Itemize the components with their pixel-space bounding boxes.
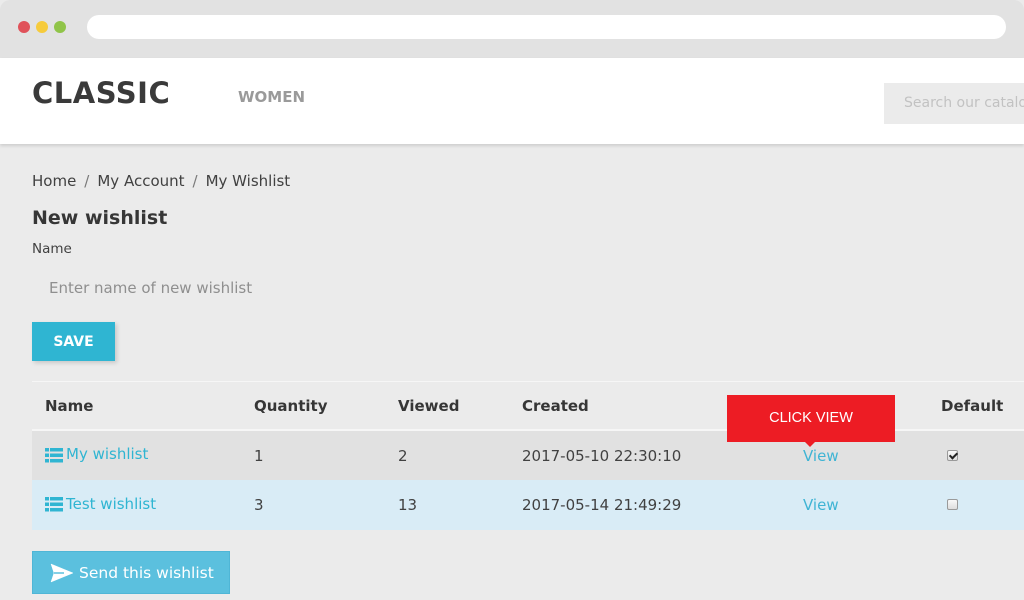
wishlist-name: My wishlist [66, 445, 149, 464]
cell-action: View [781, 480, 941, 530]
view-link[interactable]: View [803, 496, 839, 514]
breadcrumb-home[interactable]: Home [32, 172, 76, 190]
list-icon [45, 497, 63, 512]
wishlist-link[interactable]: Test wishlist [45, 495, 156, 513]
wishlist-link[interactable]: My wishlist [45, 445, 148, 463]
click-view-tooltip: CLICK VIEW [727, 395, 895, 447]
send-wishlist-label: Send this wishlist [79, 563, 214, 582]
breadcrumb-current: My Wishlist [205, 172, 291, 190]
search-input[interactable] [884, 83, 1024, 124]
view-link[interactable]: View [803, 447, 839, 465]
cell-quantity: 1 [254, 446, 264, 465]
cell-viewed: 2 [398, 446, 408, 465]
column-header-default: Default [941, 396, 1004, 415]
column-header-quantity: Quantity [254, 396, 328, 415]
window-minimize-button[interactable] [36, 21, 48, 33]
window-maximize-button[interactable] [54, 21, 66, 33]
list-icon [45, 447, 63, 463]
save-button[interactable]: SAVE [32, 322, 115, 361]
breadcrumb: Home / My Account / My Wishlist [32, 172, 290, 190]
cell-name: My wishlist [32, 430, 254, 480]
new-wishlist-title: New wishlist [32, 207, 168, 229]
window-close-button[interactable] [18, 21, 30, 33]
address-bar[interactable] [87, 15, 1006, 39]
column-header-viewed: Viewed [398, 396, 460, 415]
table-row: Test wishlist 3 13 2017-05-14 21:49:29 V… [32, 480, 1024, 530]
wishlist-name: Test wishlist [66, 494, 157, 513]
default-checkbox[interactable] [947, 499, 958, 510]
cell-created: 2017-05-14 21:49:29 [522, 496, 682, 514]
default-checkbox[interactable] [947, 449, 958, 461]
paper-plane-icon [50, 563, 74, 582]
name-label: Name [32, 241, 72, 257]
cell-default [941, 480, 1024, 530]
nav-item-women[interactable]: WOMEN [238, 88, 305, 106]
cell-viewed: 13 [398, 496, 418, 514]
cell-quantity: 3 [254, 496, 264, 514]
site-logo[interactable]: CLASSIC [32, 76, 170, 110]
breadcrumb-my-account[interactable]: My Account [97, 172, 184, 190]
breadcrumb-separator: / [84, 172, 90, 190]
cell-name: Test wishlist [32, 480, 254, 530]
column-header-name: Name [45, 396, 94, 415]
send-wishlist-button[interactable]: Send this wishlist [32, 551, 230, 594]
wishlist-name-input[interactable] [32, 270, 592, 306]
cell-default [941, 430, 1024, 480]
site-header: CLASSIC WOMEN [0, 58, 1024, 144]
browser-chrome [0, 0, 1024, 58]
breadcrumb-separator: / [192, 172, 198, 190]
